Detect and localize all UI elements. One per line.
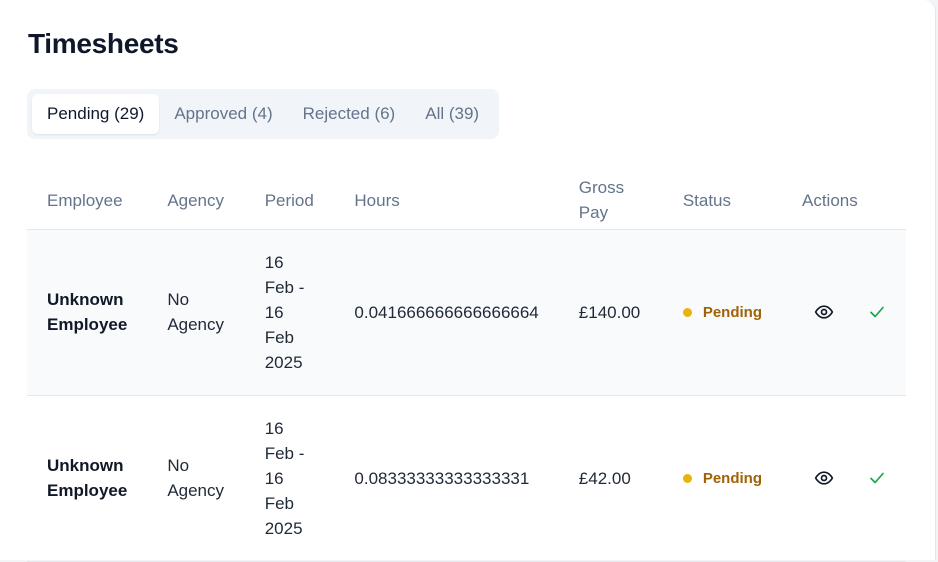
header-actions: Actions xyxy=(782,172,906,230)
header-hours[interactable]: Hours xyxy=(334,172,559,230)
tab-rejected[interactable]: Rejected (6) xyxy=(288,94,411,134)
check-icon[interactable] xyxy=(868,469,886,487)
eye-icon[interactable] xyxy=(814,302,834,322)
status-badge: Pending xyxy=(682,300,762,325)
status-dot-icon xyxy=(682,307,692,317)
check-icon[interactable] xyxy=(868,303,886,321)
table-row: Unknown Employee No Agency 16 Feb - 16 F… xyxy=(27,229,906,396)
status-cell: Pending xyxy=(662,229,782,396)
actions-cell xyxy=(782,229,906,396)
timesheets-table: Employee Agency Period Hours Gross Pay S… xyxy=(27,172,906,562)
status-tabs: Pending (29) Approved (4) Rejected (6) A… xyxy=(27,89,500,139)
gross-pay-cell: £140.00 xyxy=(558,229,663,396)
tab-pending[interactable]: Pending (29) xyxy=(32,94,160,134)
table-row: Unknown Employee No Agency 16 Feb - 16 F… xyxy=(27,395,906,562)
period-cell: 16 Feb - 16 Feb 2025 xyxy=(244,229,335,396)
agency-cell: No Agency xyxy=(147,229,245,396)
employee-name: Unknown Employee xyxy=(47,290,128,334)
gross-pay-cell: £42.00 xyxy=(558,395,663,562)
header-status[interactable]: Status xyxy=(662,172,782,230)
hours-cell: 0.08333333333333331 xyxy=(334,395,559,562)
agency-cell: No Agency xyxy=(147,395,245,562)
employee-cell: Unknown Employee xyxy=(27,229,148,396)
table-header: Employee Agency Period Hours Gross Pay S… xyxy=(27,172,906,230)
eye-icon[interactable] xyxy=(814,468,834,488)
tab-all[interactable]: All (39) xyxy=(410,94,494,134)
status-dot-icon xyxy=(682,473,692,483)
actions-cell xyxy=(782,395,906,562)
table-body: Unknown Employee No Agency 16 Feb - 16 F… xyxy=(27,229,906,562)
employee-cell: Unknown Employee xyxy=(27,395,148,562)
status-label: Pending xyxy=(702,469,762,487)
header-gross-pay[interactable]: Gross Pay xyxy=(558,172,663,230)
tab-approved[interactable]: Approved (4) xyxy=(159,94,287,134)
hours-cell: 0.041666666666666664 xyxy=(334,229,559,396)
header-agency[interactable]: Agency xyxy=(147,172,245,230)
employee-name: Unknown Employee xyxy=(47,456,128,500)
row-actions xyxy=(802,468,886,488)
timesheets-card: Timesheets Pending (29) Approved (4) Rej… xyxy=(0,0,936,562)
status-cell: Pending xyxy=(662,395,782,562)
period-cell: 16 Feb - 16 Feb 2025 xyxy=(244,395,335,562)
page-title: Timesheets xyxy=(28,28,179,59)
header-row: Employee Agency Period Hours Gross Pay S… xyxy=(27,172,906,230)
status-label: Pending xyxy=(702,303,762,321)
header-period[interactable]: Period xyxy=(244,172,335,230)
status-badge: Pending xyxy=(682,466,762,491)
header-employee[interactable]: Employee xyxy=(27,172,148,230)
row-actions xyxy=(802,302,886,322)
